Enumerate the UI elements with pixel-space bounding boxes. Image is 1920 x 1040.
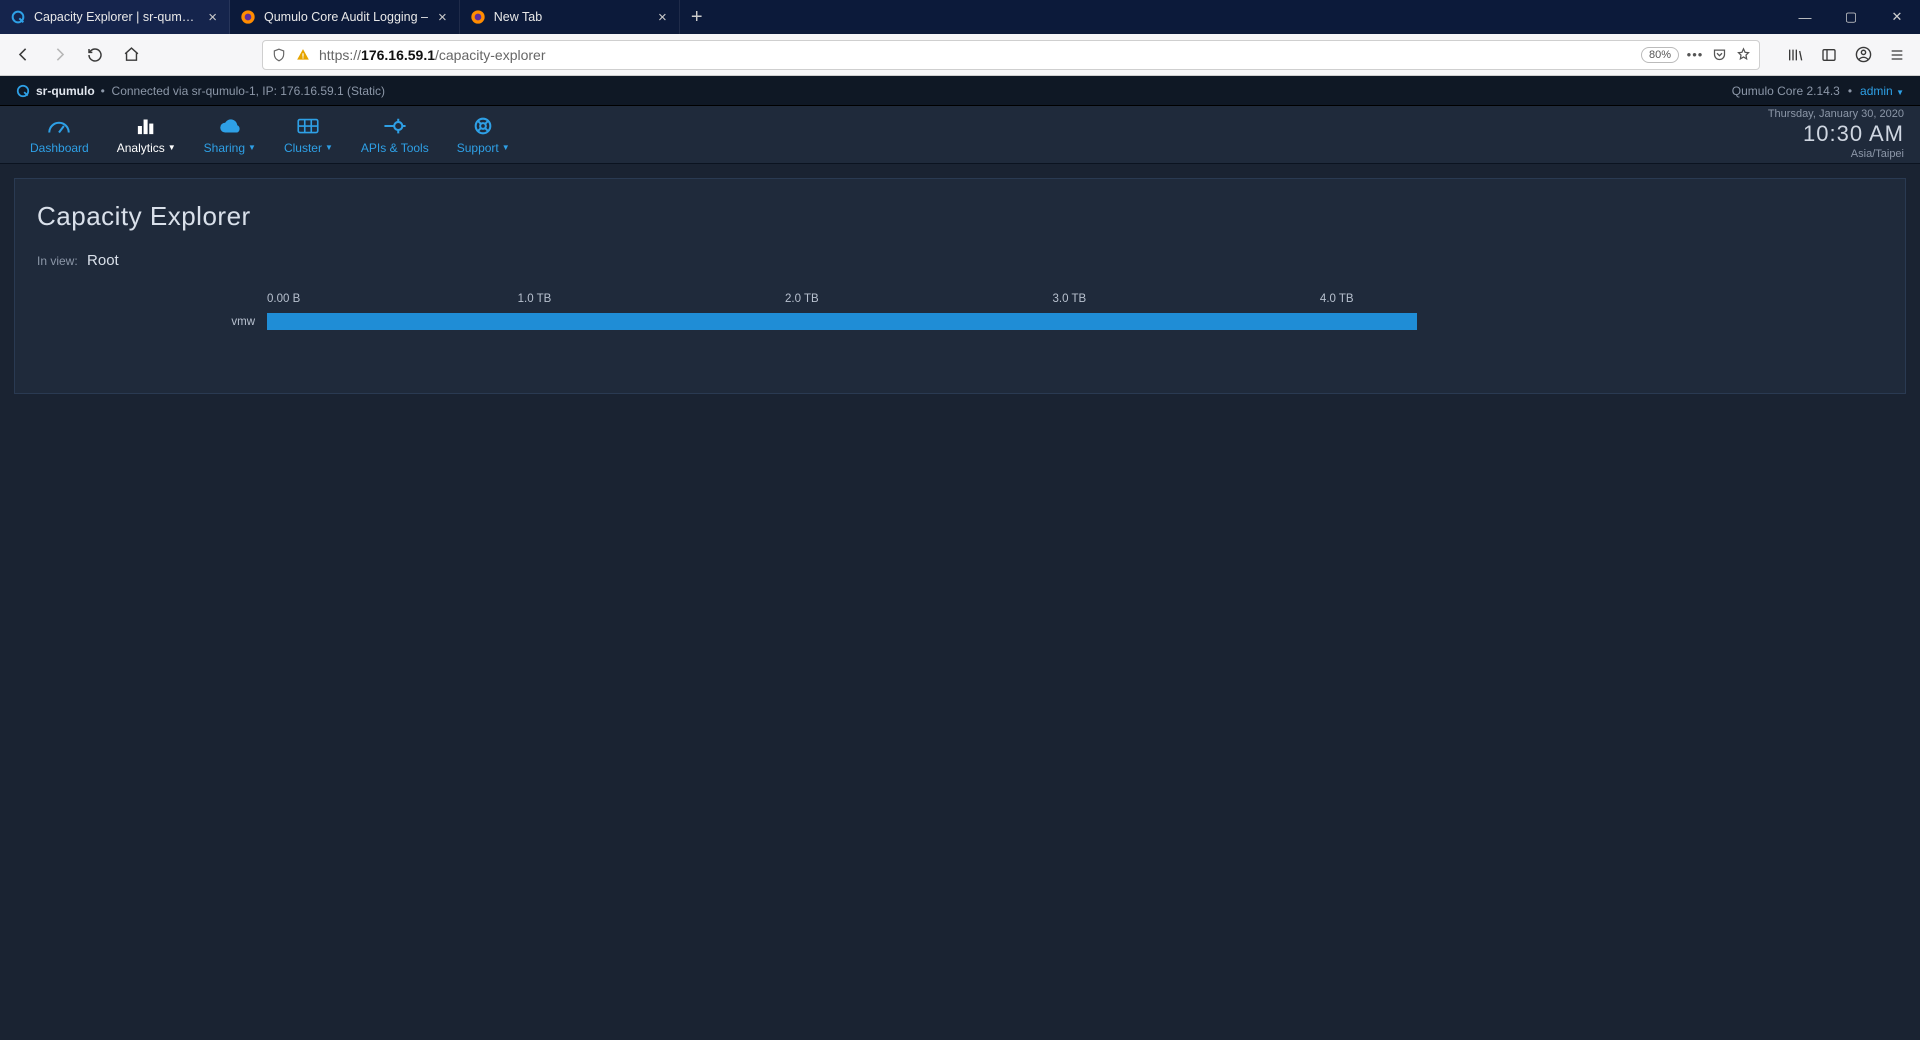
grid-icon bbox=[295, 115, 321, 137]
chevron-down-icon: ▼ bbox=[248, 143, 256, 152]
close-tab-icon[interactable]: × bbox=[436, 9, 449, 26]
pocket-icon[interactable] bbox=[1711, 47, 1727, 63]
host-label[interactable]: sr-qumulo bbox=[16, 84, 95, 98]
version-label: Qumulo Core 2.14.3 bbox=[1732, 84, 1840, 98]
chevron-down-icon: ▼ bbox=[168, 143, 176, 152]
nav-analytics[interactable]: Analytics▼ bbox=[103, 115, 190, 155]
inview-value[interactable]: Root bbox=[87, 252, 119, 269]
lock-warning-icon bbox=[295, 47, 311, 63]
shield-icon bbox=[271, 47, 287, 63]
nav-dashboard[interactable]: Dashboard bbox=[16, 115, 103, 155]
breadcrumb: In view: Root bbox=[37, 252, 1883, 269]
clock-date: Thursday, January 30, 2020 bbox=[1768, 108, 1904, 121]
nav-sharing[interactable]: Sharing▼ bbox=[190, 115, 270, 155]
chevron-down-icon: ▼ bbox=[502, 143, 510, 152]
url-text: https://176.16.59.1/capacity-explorer bbox=[319, 47, 1633, 63]
reload-button[interactable] bbox=[80, 40, 110, 70]
nav-apis-tools[interactable]: APIs & Tools bbox=[347, 115, 443, 155]
nav-label: Analytics bbox=[117, 141, 165, 155]
nav-label: Cluster bbox=[284, 141, 322, 155]
forward-button[interactable] bbox=[44, 40, 74, 70]
nav-label: APIs & Tools bbox=[361, 141, 429, 155]
home-button[interactable] bbox=[116, 40, 146, 70]
window-controls: — ▢ ✕ bbox=[1782, 0, 1920, 34]
tab-label: Qumulo Core Audit Logging – bbox=[264, 10, 428, 24]
clock: Thursday, January 30, 2020 10:30 AM Asia… bbox=[1768, 108, 1904, 161]
browser-tab[interactable]: Qumulo Core Audit Logging – × bbox=[230, 0, 460, 34]
maximize-button[interactable]: ▢ bbox=[1828, 0, 1874, 34]
chart-row-label[interactable]: vmw bbox=[231, 313, 255, 330]
bars-icon bbox=[133, 115, 159, 137]
axis-tick: 1.0 TB bbox=[518, 293, 552, 305]
close-window-button[interactable]: ✕ bbox=[1874, 0, 1920, 34]
page-title: Capacity Explorer bbox=[37, 201, 1883, 232]
library-icon[interactable] bbox=[1780, 40, 1810, 70]
browser-toolbar: https://176.16.59.1/capacity-explorer 80… bbox=[0, 34, 1920, 76]
axis-tick: 0.00 B bbox=[267, 293, 300, 305]
nav-label: Sharing bbox=[204, 141, 245, 155]
browser-tab-bar: Capacity Explorer | sr-qumulo×Qumulo Cor… bbox=[0, 0, 1920, 34]
plug-icon bbox=[382, 115, 408, 137]
close-tab-icon[interactable]: × bbox=[206, 9, 219, 26]
browser-tab[interactable]: Capacity Explorer | sr-qumulo × bbox=[0, 0, 230, 34]
account-icon[interactable] bbox=[1848, 40, 1878, 70]
user-menu[interactable]: admin ▼ bbox=[1860, 84, 1904, 98]
new-tab-button[interactable]: + bbox=[680, 0, 714, 34]
axis-tick: 4.0 TB bbox=[1320, 293, 1354, 305]
content-card: Capacity Explorer In view: Root vmw 0.00… bbox=[14, 178, 1906, 394]
page-actions-icon[interactable]: ••• bbox=[1687, 47, 1703, 63]
chart-bar[interactable] bbox=[267, 313, 1417, 330]
app-status-bar: sr-qumulo • Connected via sr-qumulo-1, I… bbox=[0, 76, 1920, 106]
close-tab-icon[interactable]: × bbox=[656, 9, 669, 26]
app-menu-bar: DashboardAnalytics▼Sharing▼Cluster▼APIs … bbox=[0, 106, 1920, 164]
clock-tz: Asia/Taipei bbox=[1768, 148, 1904, 161]
axis-tick: 3.0 TB bbox=[1052, 293, 1086, 305]
axis-tick: 2.0 TB bbox=[785, 293, 819, 305]
life-ring-icon bbox=[470, 115, 496, 137]
nav-support[interactable]: Support▼ bbox=[443, 115, 524, 155]
app-menu-icon[interactable] bbox=[1882, 40, 1912, 70]
bookmark-star-icon[interactable] bbox=[1735, 47, 1751, 63]
nav-label: Support bbox=[457, 141, 499, 155]
chevron-down-icon: ▼ bbox=[325, 143, 333, 152]
minimize-button[interactable]: — bbox=[1782, 0, 1828, 34]
nav-cluster[interactable]: Cluster▼ bbox=[270, 115, 347, 155]
connection-info: Connected via sr-qumulo-1, IP: 176.16.59… bbox=[112, 84, 385, 98]
url-bar[interactable]: https://176.16.59.1/capacity-explorer 80… bbox=[262, 40, 1760, 70]
browser-tab[interactable]: New Tab × bbox=[460, 0, 680, 34]
inview-label: In view: bbox=[37, 254, 78, 268]
back-button[interactable] bbox=[8, 40, 38, 70]
sidebar-icon[interactable] bbox=[1814, 40, 1844, 70]
clock-time: 10:30 AM bbox=[1768, 121, 1904, 147]
nav-label: Dashboard bbox=[30, 141, 89, 155]
capacity-chart: vmw 0.00 B 1.0 TB 2.0 TB 3.0 TB 4.0 TB bbox=[37, 289, 1883, 333]
tab-label: Capacity Explorer | sr-qumulo bbox=[34, 10, 198, 24]
tab-label: New Tab bbox=[494, 10, 648, 24]
gauge-icon bbox=[46, 115, 72, 137]
zoom-badge[interactable]: 80% bbox=[1641, 47, 1679, 63]
cloud-icon bbox=[217, 115, 243, 137]
